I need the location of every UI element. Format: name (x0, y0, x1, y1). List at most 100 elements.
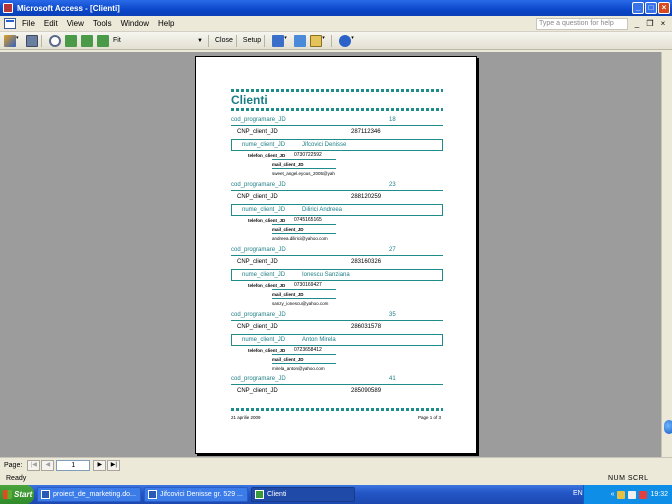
footer-date: 21 aprilie 2009 (231, 415, 261, 420)
cod-programare-value: 18 (389, 117, 396, 123)
design-view-icon[interactable] (4, 34, 16, 47)
cod-programare-label: cod_programare_JD (231, 247, 286, 253)
mail-value: andreea.dilirici@yahoo.com (272, 236, 328, 241)
taskbar-item-word-doc-2[interactable]: Jifcovici Denisse gr. 529 ... (144, 487, 248, 502)
view-dropdown-icon[interactable]: ▾ (16, 35, 22, 47)
mail-label: mail_client_JD (272, 162, 304, 167)
zoom-icon[interactable] (49, 34, 61, 47)
cod-programare-label: cod_programare_JD (231, 182, 286, 188)
taskbar: Start proiect_de_marketing.do... Jifcovi… (0, 485, 672, 504)
database-window-icon[interactable] (294, 34, 307, 47)
page-number-input[interactable]: 1 (56, 460, 91, 471)
cnp-label: CNP_client_JD (237, 388, 278, 394)
report-doc-icon[interactable] (4, 18, 16, 29)
name-box: nume_client_JD Ionescu Sanziana (231, 269, 443, 281)
menu-help[interactable]: Help (158, 19, 174, 28)
chevron-down-icon: ▼ (197, 37, 203, 44)
footer-rule (231, 408, 443, 411)
doc-close-button[interactable]: × (658, 19, 668, 29)
cnp-value: 287112346 (351, 129, 381, 135)
mail-label: mail_client_JD (272, 357, 304, 362)
keyboard-indicators: NUM SCRL (608, 475, 649, 482)
close-window-button[interactable]: × (658, 2, 670, 14)
start-label: Start (14, 490, 33, 499)
mail-value: mirela_anton@yahoo.com (272, 366, 325, 371)
nume-client-label: nume_client_JD (242, 207, 286, 213)
doc-minimize-button[interactable]: _ (632, 19, 642, 29)
taskbar-item-word-doc[interactable]: proiect_de_marketing.do... (37, 487, 141, 502)
status-text: Ready (6, 475, 27, 482)
new-object-icon[interactable] (310, 34, 323, 47)
title-bar: Microsoft Access - [Clienti] (0, 0, 672, 16)
cod-programare-value: 23 (389, 182, 396, 188)
telefon-value: 0745165165 (294, 217, 322, 223)
telefon-value: 0730722592 (294, 152, 322, 158)
report-title: Clienti (231, 93, 268, 107)
volume-icon[interactable] (628, 490, 637, 499)
cnp-value: 285090589 (351, 388, 382, 394)
clock[interactable]: 19:32 (650, 491, 668, 498)
cod-programare-value: 27 (389, 247, 396, 253)
start-button[interactable]: Start (0, 485, 34, 504)
print-icon[interactable] (26, 34, 38, 47)
minimize-button[interactable]: _ (632, 2, 644, 14)
word-icon (41, 490, 50, 499)
cnp-label: CNP_client_JD (237, 324, 278, 330)
menu-edit[interactable]: Edit (44, 19, 58, 28)
one-page-icon[interactable] (65, 34, 77, 47)
system-tray: « 19:32 (583, 485, 672, 504)
office-links-icon[interactable] (272, 34, 285, 47)
access-app-icon[interactable] (3, 3, 13, 13)
nume-client-value: Dilirici Andreea (302, 207, 343, 213)
menu-tools[interactable]: Tools (93, 19, 112, 28)
previous-page-button[interactable]: ◀ (41, 460, 55, 471)
cnp-value: 288120259 (351, 194, 382, 200)
nume-client-label: nume_client_JD (242, 337, 286, 343)
cod-programare-label: cod_programare_JD (231, 376, 286, 382)
name-box: nume_client_JD Jifcovici Denisse (231, 139, 443, 151)
mail-value: sanzy_ionescu@yahoo.com (272, 301, 329, 306)
nume-client-value: Jifcovici Denisse (302, 142, 347, 148)
access-icon (255, 490, 264, 499)
help-question-input[interactable]: Type a question for help (536, 18, 628, 30)
menu-file[interactable]: File (22, 19, 35, 28)
title-rule-bottom (231, 108, 443, 111)
multiple-pages-icon[interactable] (97, 34, 109, 47)
setup-button[interactable]: Setup (243, 37, 261, 44)
two-pages-icon[interactable] (81, 34, 93, 47)
next-page-button[interactable]: ▶ (93, 460, 107, 471)
doc-restore-button[interactable]: ❐ (645, 19, 655, 29)
cod-programare-value: 35 (389, 312, 396, 318)
toolbar-options-icon[interactable]: ▾ (351, 35, 357, 47)
telefon-value: 0723658412 (294, 347, 322, 353)
cnp-value: 286031578 (351, 324, 382, 330)
page-label: Page: (4, 462, 23, 469)
tray-expand-icon[interactable]: « (611, 491, 615, 499)
first-page-button[interactable]: |◀ (27, 460, 41, 471)
new-object-dropdown-icon[interactable]: ▾ (322, 35, 328, 47)
close-preview-button[interactable]: Close (215, 37, 233, 44)
language-indicator[interactable]: EN (573, 490, 583, 497)
footer-page-number: Page 1 of 3 (418, 415, 442, 420)
network-icon[interactable] (617, 490, 626, 499)
cnp-label: CNP_client_JD (237, 194, 278, 200)
globe-icon (664, 420, 672, 434)
maximize-button[interactable]: □ (645, 2, 657, 14)
taskbar-item-clienti[interactable]: Clienti (251, 487, 355, 502)
vertical-scrollbar[interactable] (661, 52, 672, 457)
zoom-value: Fit (113, 36, 121, 44)
security-icon[interactable] (639, 490, 648, 499)
menu-view[interactable]: View (67, 19, 84, 28)
help-icon[interactable] (339, 34, 352, 47)
zoom-select[interactable]: Fit ▼ (113, 35, 205, 47)
menu-window[interactable]: Window (121, 19, 149, 28)
mail-value: sweet_angel.eyous_2005@yah (272, 171, 335, 176)
word-icon (148, 490, 157, 499)
cnp-label: CNP_client_JD (237, 129, 278, 135)
cod-programare-label: cod_programare_JD (231, 312, 286, 318)
nume-client-value: Anton Mirela (302, 337, 336, 343)
telefon-value: 0730169427 (294, 282, 322, 288)
office-links-dropdown-icon[interactable]: ▾ (284, 35, 290, 47)
report-page: Clienti cod_programare_JD 18 CNP_client_… (195, 56, 477, 454)
last-page-button[interactable]: ▶| (107, 460, 121, 471)
